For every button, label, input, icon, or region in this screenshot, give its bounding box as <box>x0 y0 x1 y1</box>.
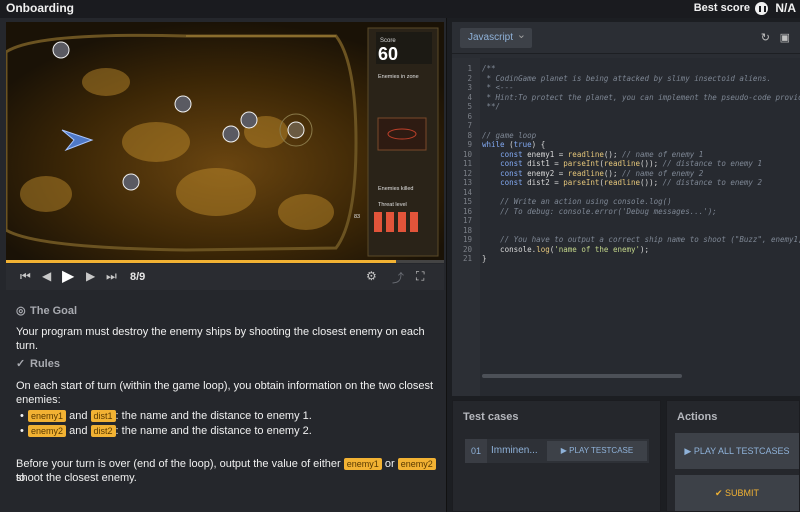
score-value: 60 <box>378 44 398 64</box>
actions-header: Actions <box>677 411 718 423</box>
best-score-icon <box>755 2 768 15</box>
rules-text: On each start of turn (within the game l… <box>16 380 434 406</box>
play-all-testcases-button[interactable]: ▶ PLAY ALL TESTCASES <box>675 433 799 469</box>
testcase-name: Imminen... <box>491 445 538 456</box>
fullscreen-icon[interactable]: ⛶ <box>416 269 424 284</box>
end-text-line2: shoot the closest enemy. <box>16 472 137 484</box>
code-text: * CodinGame planet is being attacked by … <box>482 73 771 83</box>
code-text: const dist2 = parseInt(readline()); // d… <box>500 178 762 187</box>
goal-header: ◎ The Goal <box>16 305 78 317</box>
code-text: const dist1 = parseInt(readline()); // d… <box>500 159 762 168</box>
rules-header: ✓ Rules <box>16 358 60 370</box>
page-title: Onboarding <box>6 1 74 15</box>
target-icon: ◎ <box>16 305 26 317</box>
replay-progress-fill <box>6 260 396 263</box>
code-chip-dist2: dist2 <box>90 425 116 437</box>
settings-menu-icon[interactable]: ▣ <box>780 31 790 44</box>
goal-text: Your program must destroy the enemy ship… <box>16 326 425 352</box>
problem-statement: ◎ The Goal Your program must destroy the … <box>6 292 444 512</box>
line-number: 2 <box>467 73 472 83</box>
skip-back-icon[interactable]: ⏮ <box>20 269 31 284</box>
horizontal-scrollbar[interactable] <box>482 374 682 378</box>
step-back-icon[interactable]: ◀ <box>42 269 51 283</box>
line-number: 13 <box>462 178 472 187</box>
code-area[interactable]: 1 /** 2 * CodinGame planet is being attack… <box>452 58 800 396</box>
code-text: /** <box>482 64 496 73</box>
testcases-panel: Test cases 01 Imminen... ▶ PLAY TESTCASE <box>452 400 661 512</box>
threat-level-label: Threat level <box>378 202 407 208</box>
play-testcase-button[interactable]: ▶ PLAY TESTCASE <box>547 441 647 461</box>
testcase-number: 01 <box>465 439 487 463</box>
reset-icon[interactable]: ↻ <box>761 31 770 44</box>
code-text: const enemy2 = readline(); // name of en… <box>500 168 704 178</box>
settings-icon[interactable]: ⚙ <box>366 269 377 283</box>
line-number: 8 <box>467 130 472 140</box>
game-viewer[interactable]: Score 60 Enemies in zone Enemies killed … <box>6 22 444 262</box>
code-text: **/ <box>482 102 501 111</box>
code-chip-enemy2: enemy2 <box>28 425 67 437</box>
line-number: 21 <box>462 254 472 263</box>
code-text: // game loop <box>482 130 537 140</box>
step-forward-icon[interactable]: ▶ <box>86 269 95 283</box>
code-editor: Javascript ↻ ▣ 1 /** 2 * CodinGame planet … <box>452 22 800 396</box>
submit-button[interactable]: ✔ SUBMIT <box>675 475 799 511</box>
skip-forward-icon[interactable]: ⏭ <box>106 269 117 284</box>
line-number: 12 <box>462 168 472 178</box>
code-chip-enemy1: enemy1 <box>28 410 67 422</box>
line-number: 6 <box>467 111 472 121</box>
language-select[interactable]: Javascript <box>460 25 532 48</box>
testcase-row[interactable]: 01 Imminen... ▶ PLAY TESTCASE <box>465 439 649 463</box>
best-score-label: Best score <box>693 2 750 14</box>
testcases-header: Test cases <box>463 411 519 423</box>
line-number: 14 <box>462 187 472 197</box>
best-score-value: N/A <box>775 1 796 15</box>
code-chip-enemy1-b: enemy1 <box>343 458 382 470</box>
line-number: 17 <box>462 216 472 225</box>
rule-bullet-2: enemy2 and dist2: the name and the dista… <box>20 425 312 437</box>
line-number: 3 <box>467 83 472 92</box>
code-text: } <box>482 254 487 263</box>
code-text: while (true) { <box>482 140 546 149</box>
check-icon: ✓ <box>16 358 26 370</box>
code-text: // You have to output a correct ship nam… <box>500 235 800 244</box>
code-text: // Write an action using console.log() <box>500 197 672 206</box>
line-number: 5 <box>467 102 472 111</box>
line-number: 15 <box>462 197 472 206</box>
enemies-in-zone-label: Enemies in zone <box>378 74 419 80</box>
frame-counter: 8/9 <box>130 271 146 283</box>
line-number: 9 <box>467 140 472 149</box>
line-number: 19 <box>462 235 472 244</box>
line-number: 7 <box>467 121 472 130</box>
line-number: 18 <box>462 225 472 235</box>
replay-progress[interactable] <box>6 260 444 263</box>
code-text: // To debug: console.error('Debug messag… <box>500 206 717 216</box>
threat-value: 83 <box>354 214 360 220</box>
share-icon[interactable]: ⤴ <box>392 269 404 286</box>
code-text: * <--- <box>482 83 514 92</box>
rule-bullet-1: enemy1 and dist1: the name and the dista… <box>20 410 312 422</box>
replay-controls: ⏮ ◀ ▶ ▶ ⏭ 8/9 ⚙ ⤴ ⛶ <box>6 264 444 290</box>
line-number: 11 <box>462 159 472 168</box>
code-chip-dist1: dist1 <box>90 410 116 422</box>
left-panel: Score 60 Enemies in zone Enemies killed … <box>0 18 447 512</box>
code-text: console.log('name of the enemy'); <box>482 244 650 254</box>
top-bar: Onboarding Best score N/A <box>0 0 800 18</box>
enemies-killed-label: Enemies killed <box>378 186 413 192</box>
line-number: 10 <box>462 149 472 159</box>
code-text: const enemy1 = readline(); // name of en… <box>500 149 704 159</box>
actions-panel: Actions ▶ PLAY ALL TESTCASES ✔ SUBMIT <box>666 400 800 512</box>
line-number: 4 <box>467 92 472 102</box>
code-text: * Hint:To protect the planet, you can im… <box>482 92 800 102</box>
play-icon[interactable]: ▶ <box>62 266 74 286</box>
line-number: 16 <box>462 206 472 216</box>
game-scene: Score 60 Enemies in zone Enemies killed … <box>6 22 444 262</box>
line-number: 20 <box>462 244 472 254</box>
editor-toolbar: Javascript ↻ ▣ <box>452 22 800 54</box>
line-number: 1 <box>467 64 472 73</box>
code-chip-enemy2-b: enemy2 <box>397 458 436 470</box>
